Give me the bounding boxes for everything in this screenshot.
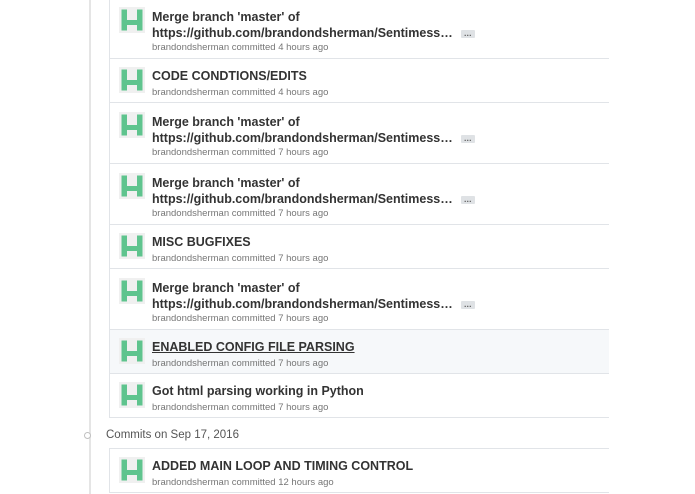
commit-title-line1: CODE CONDTIONS/EDITS	[152, 69, 307, 83]
identicon-avatar-icon[interactable]	[119, 173, 145, 199]
commit-row: Merge branch 'master' of https://github.…	[110, 0, 609, 59]
identicon-avatar-icon[interactable]	[119, 112, 145, 138]
commit-title-line1: Merge branch 'master' of	[152, 10, 300, 24]
commit-title-line2: https://github.com/brandondsherman/Senti…	[152, 297, 453, 311]
commit-row: Merge branch 'master' of https://github.…	[110, 164, 609, 225]
commit-meta: brandondsherman committed 7 hours ago	[152, 253, 329, 264]
commit-meta: brandondsherman committed 4 hours ago	[152, 87, 329, 98]
identicon-avatar-icon[interactable]	[119, 278, 145, 304]
commit-group-date: Commits on Sep 17, 2016	[106, 429, 239, 441]
ellipsis-expand-icon[interactable]: …	[460, 195, 475, 204]
commit-title-link[interactable]: Got html parsing working in Python	[152, 383, 364, 399]
commit-meta: brandondsherman committed 7 hours ago	[152, 147, 329, 158]
commit-title-link[interactable]: Merge branch 'master' of https://github.…	[152, 9, 475, 41]
commit-meta: brandondsherman committed 7 hours ago	[152, 208, 329, 219]
commit-title-line1: MISC BUGFIXES	[152, 235, 251, 249]
timeline-line	[89, 0, 91, 494]
commit-meta: brandondsherman committed 7 hours ago	[152, 402, 329, 413]
commit-meta: brandondsherman committed 4 hours ago	[152, 42, 329, 53]
commit-title-line1: Merge branch 'master' of	[152, 281, 300, 295]
commit-title-line1: Got html parsing working in Python	[152, 384, 364, 398]
commit-group-header: Commits on Sep 17, 2016	[84, 428, 239, 442]
commit-group-dot-icon	[84, 431, 91, 439]
commit-title-link[interactable]: Merge branch 'master' of https://github.…	[152, 280, 475, 312]
commit-row: Got html parsing working in Python brand…	[110, 374, 609, 418]
identicon-avatar-icon[interactable]	[119, 233, 145, 259]
ellipsis-expand-icon[interactable]: …	[460, 300, 475, 309]
commit-row: Merge branch 'master' of https://github.…	[110, 103, 609, 164]
commit-title-line2: https://github.com/brandondsherman/Senti…	[152, 192, 453, 206]
commit-row: MISC BUGFIXES brandondsherman committed …	[110, 225, 609, 269]
commit-list: Merge branch 'master' of https://github.…	[109, 0, 609, 418]
commit-title-link[interactable]: Merge branch 'master' of https://github.…	[152, 114, 475, 146]
ellipsis-expand-icon[interactable]: …	[460, 29, 475, 38]
commit-title-line2: https://github.com/brandondsherman/Senti…	[152, 131, 453, 145]
identicon-avatar-icon[interactable]	[119, 7, 145, 33]
commit-title-line1: ADDED MAIN LOOP AND TIMING CONTROL	[152, 459, 414, 473]
commit-row: CODE CONDTIONS/EDITS brandondsherman com…	[110, 59, 609, 103]
ellipsis-expand-icon[interactable]: …	[460, 134, 475, 143]
commit-meta: brandondsherman committed 7 hours ago	[152, 313, 329, 324]
identicon-avatar-icon[interactable]	[119, 67, 145, 93]
commit-title-line1: Merge branch 'master' of	[152, 115, 300, 129]
commit-title-line2: https://github.com/brandondsherman/Senti…	[152, 26, 453, 40]
commit-list: ADDED MAIN LOOP AND TIMING CONTROL brand…	[109, 448, 609, 493]
commit-title-line1: ENABLED CONFIG FILE PARSING	[152, 340, 355, 354]
identicon-avatar-icon[interactable]	[119, 338, 145, 364]
commit-title-link[interactable]: Merge branch 'master' of https://github.…	[152, 175, 475, 207]
commit-row: Merge branch 'master' of https://github.…	[110, 269, 609, 330]
commit-title-link[interactable]: ENABLED CONFIG FILE PARSING	[152, 339, 355, 355]
identicon-avatar-icon[interactable]	[119, 457, 145, 483]
commit-title-link[interactable]: CODE CONDTIONS/EDITS	[152, 68, 307, 84]
commit-title-line1: Merge branch 'master' of	[152, 176, 300, 190]
commit-meta: brandondsherman committed 12 hours ago	[152, 477, 334, 488]
identicon-avatar-icon[interactable]	[119, 382, 145, 408]
commit-row: ADDED MAIN LOOP AND TIMING CONTROL brand…	[110, 449, 609, 493]
commit-title-link[interactable]: MISC BUGFIXES	[152, 234, 251, 250]
commit-row-hovered: ENABLED CONFIG FILE PARSING brandondsher…	[110, 330, 609, 374]
commit-meta: brandondsherman committed 7 hours ago	[152, 358, 329, 369]
commit-title-link[interactable]: ADDED MAIN LOOP AND TIMING CONTROL	[152, 458, 413, 474]
